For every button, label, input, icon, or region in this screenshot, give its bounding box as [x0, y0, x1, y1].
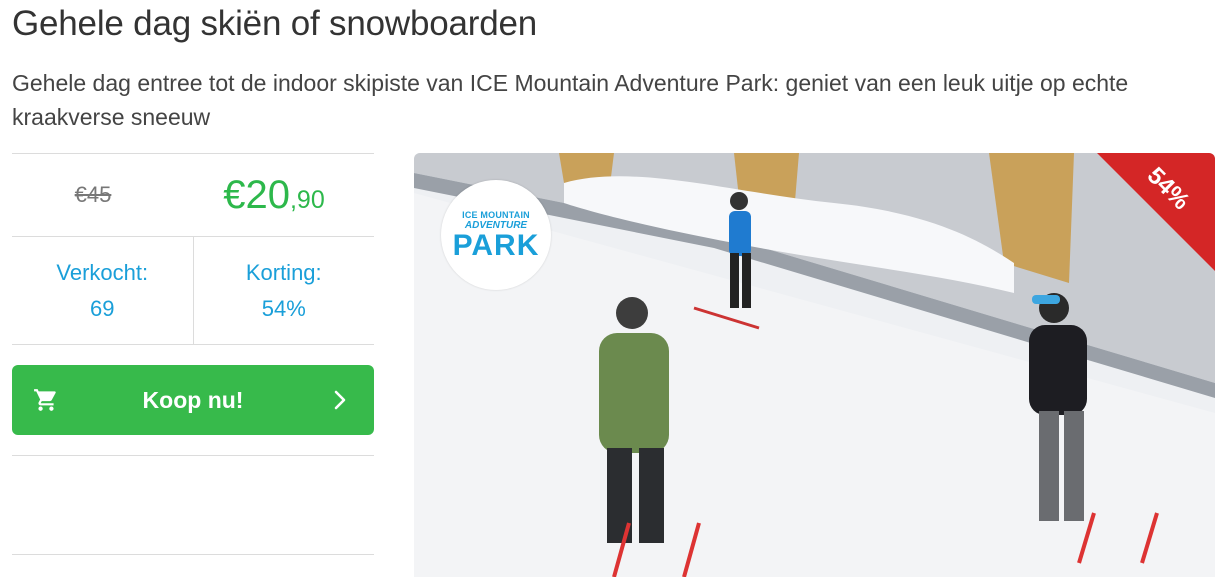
- buy-now-button[interactable]: Koop nu!: [12, 365, 374, 435]
- shopping-cart-icon: [34, 389, 56, 411]
- deal-title: Gehele dag skiën of snowboarden: [12, 4, 538, 43]
- ice-mountain-logo: ICE MOUNTAIN ADVENTURE PARK: [441, 180, 551, 290]
- logo-line-3: PARK: [452, 228, 540, 262]
- discount-value: 54%: [261, 296, 306, 321]
- divider: [12, 554, 374, 555]
- new-price-euros: €20: [223, 172, 290, 217]
- new-price-cents: ,90: [289, 185, 325, 214]
- stats-row: Verkocht: 69 Korting: 54%: [12, 237, 374, 344]
- sold-stat: Verkocht: 69: [12, 237, 194, 344]
- new-price: €20,90: [174, 173, 374, 218]
- old-price: €45: [74, 182, 112, 207]
- logo-line-1: ICE MOUNTAIN: [462, 209, 530, 220]
- deal-description: Gehele dag entree tot de indoor skipiste…: [12, 70, 1129, 130]
- deal-photo[interactable]: 54% ICE MOUNTAIN ADVENTURE PARK: [414, 153, 1215, 577]
- sold-value: 69: [90, 296, 115, 321]
- buy-now-label: Koop nu!: [142, 386, 244, 413]
- price-row: €45 €20,90: [12, 154, 374, 236]
- divider: [12, 344, 374, 345]
- discount-stat: Korting: 54%: [194, 237, 375, 344]
- sold-label: Verkocht:: [56, 260, 149, 285]
- chevron-right-icon: [334, 390, 346, 410]
- deal-info-panel: €45 €20,90 Verkocht: 69 Korting: 54% Koo…: [12, 153, 374, 555]
- discount-label: Korting:: [245, 260, 322, 285]
